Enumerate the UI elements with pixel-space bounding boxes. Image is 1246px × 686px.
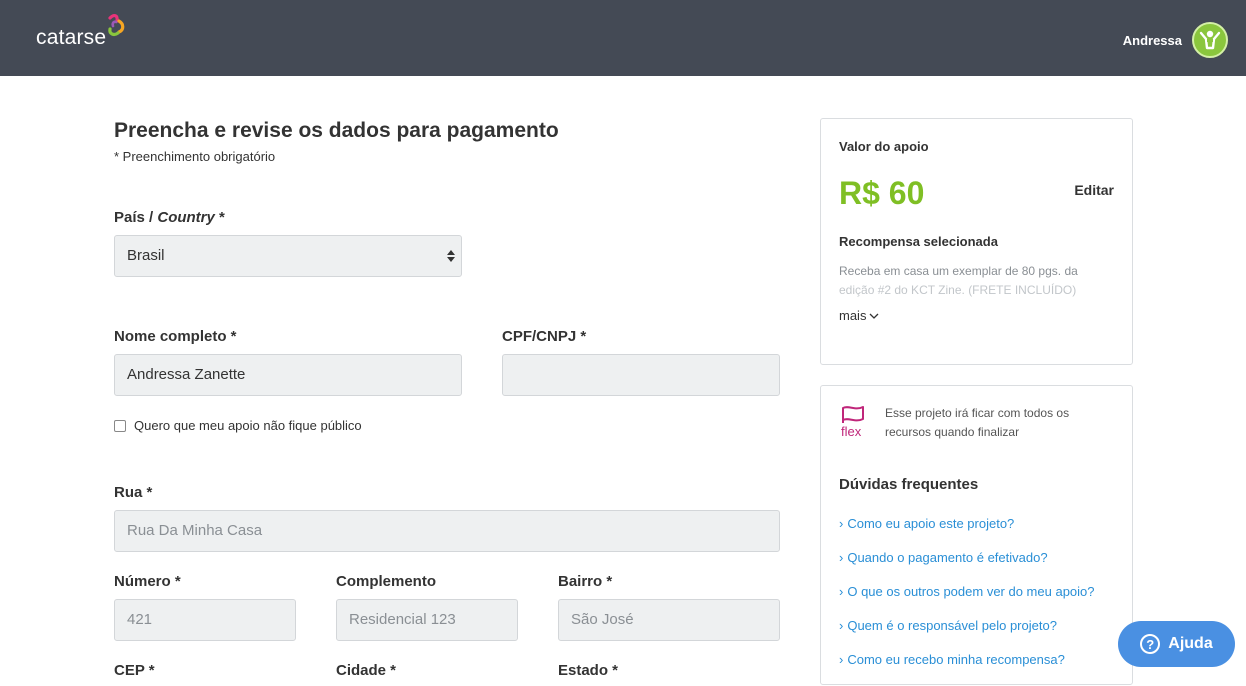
support-amount: R$ 60 [839,175,925,211]
full-name-input[interactable]: Andressa Zanette [114,354,462,396]
chevron-right-icon: › [839,516,844,531]
cpf-label: CPF/CNPJ * [502,328,587,345]
country-label: País / Country * [114,209,225,226]
catarse-logo-mark-icon [108,14,125,36]
flex-label: flex [841,424,862,439]
more-link[interactable]: mais [839,308,879,323]
top-navigation-bar: catarse Andressa [0,0,1246,76]
chevron-right-icon: › [839,550,844,565]
required-note: * Preenchimento obrigatório [114,149,276,164]
flex-description: Esse projeto irá ficar com todos os recu… [885,406,1070,439]
selected-reward-label: Recompensa selecionada [839,234,998,249]
street-input[interactable]: Rua Da Minha Casa [114,510,780,552]
cep-label: CEP * [114,662,155,679]
state-label: Estado * [558,662,619,679]
city-label: Cidade * [336,662,397,679]
anonymous-support-option[interactable]: Quero que meu apoio não fique público [114,418,362,433]
neighborhood-label: Bairro * [558,573,613,590]
anonymous-checkbox-label: Quero que meu apoio não fique público [134,418,362,433]
flex-badge: flex [841,406,869,440]
chevron-right-icon: › [839,584,844,599]
faq-list: › Como eu apoio este projeto? › Quando o p… [839,516,1095,686]
chevron-right-icon: › [839,618,844,633]
project-info-card: flex Esse projeto irá ficar com todos os… [820,385,1133,685]
flag-icon [842,406,864,423]
chevron-right-icon: › [839,652,844,667]
faq-link[interactable]: › Como eu apoio este projeto? [839,516,1095,550]
street-label: Rua * [114,484,153,501]
country-select-value: Brasil [127,247,165,264]
faq-link[interactable]: › Quando o pagamento é efetivado? [839,550,1095,584]
chevron-down-icon [869,313,879,319]
number-input[interactable]: 421 [114,599,296,641]
support-summary-card: Valor do apoio R$ 60 Editar Recompensa s… [820,118,1133,365]
more-label: mais [839,308,867,323]
page-title: Preencha e revise os dados para pagament… [114,119,559,142]
complement-label: Complemento [336,573,437,590]
avatar [1192,22,1228,58]
number-label: Número * [114,573,181,590]
faq-link[interactable]: › O que os outros podem ver do meu apoio? [839,584,1095,618]
full-name-label: Nome completo * [114,328,237,345]
select-arrows-icon [447,250,455,262]
help-button[interactable]: ? Ajuda [1118,621,1235,667]
cpf-input[interactable] [502,354,780,396]
faq-link[interactable]: › Quem é o responsável pelo projeto? [839,618,1095,652]
anonymous-checkbox[interactable] [114,419,126,432]
faq-title: Dúvidas frequentes [839,476,979,493]
country-select[interactable]: Brasil [114,235,462,277]
neighborhood-input[interactable]: São José [558,599,780,641]
edit-button[interactable]: Editar [1074,182,1114,198]
catarse-logo[interactable]: catarse [36,14,126,54]
user-menu[interactable]: Andressa [1123,22,1228,58]
question-icon: ? [1140,634,1161,654]
reward-description: Receba em casa um exemplar de 80 pgs. da… [839,264,1078,297]
help-label: Ajuda [1168,635,1213,652]
user-avatar-icon [1199,30,1221,50]
support-value-label: Valor do apoio [839,139,929,154]
logo-text: catarse [36,26,107,49]
user-name: Andressa [1122,32,1182,48]
complement-input[interactable]: Residencial 123 [336,599,518,641]
faq-link[interactable]: › Como eu recebo minha recompensa? [839,652,1095,686]
